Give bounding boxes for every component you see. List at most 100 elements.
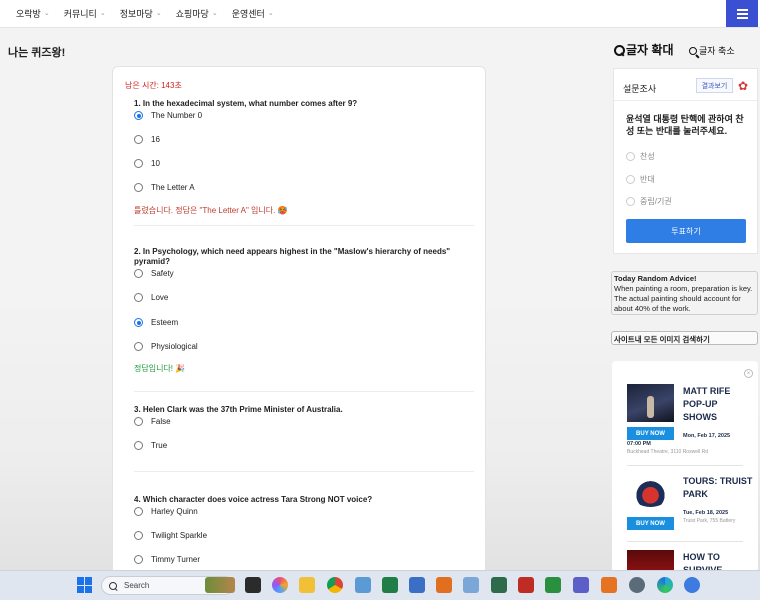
taskbar: Search	[0, 570, 760, 600]
radio[interactable]	[134, 417, 143, 426]
question-4: 4. Which character does voice actress Ta…	[134, 495, 373, 504]
radio[interactable]	[626, 197, 635, 206]
radio-selected[interactable]	[134, 111, 143, 120]
app-icon[interactable]	[545, 577, 561, 593]
divider	[627, 541, 743, 542]
radio[interactable]	[626, 175, 635, 184]
font-enlarge-button[interactable]: 글자 확대	[614, 41, 674, 58]
app-icon[interactable]	[409, 577, 425, 593]
chevron-down-icon: ⌄	[211, 10, 218, 17]
vote-button[interactable]: 투표하기	[626, 219, 746, 243]
radio[interactable]	[134, 507, 143, 516]
buy-now-button[interactable]: BUY NOW	[627, 427, 674, 440]
app-icon[interactable]	[684, 577, 700, 593]
zoom-out-icon	[689, 46, 697, 55]
q2-option-4[interactable]: Physiological	[134, 342, 198, 351]
divider	[134, 391, 474, 392]
radio[interactable]	[134, 269, 143, 278]
divider	[614, 100, 759, 101]
radio[interactable]	[134, 293, 143, 302]
q2-option-3[interactable]: Esteem	[134, 318, 178, 327]
image-search-button[interactable]: 사이트내 모든 이미지 검색하기	[611, 331, 758, 345]
event-venue: Buckhead Theatre, 3110 Roswell Rd	[627, 449, 708, 455]
copilot-icon[interactable]	[272, 577, 288, 593]
app-icon[interactable]	[463, 577, 479, 593]
question-2: 2. In Psychology, which need appears hig…	[134, 247, 451, 266]
q1-option-3[interactable]: 10	[134, 159, 160, 168]
radio-selected[interactable]	[134, 318, 143, 327]
event-image[interactable]	[627, 384, 674, 422]
app-icon[interactable]	[355, 577, 371, 593]
event-date: Tue, Feb 18, 2025	[683, 510, 729, 516]
close-icon[interactable]: ×	[744, 369, 753, 378]
widget-icon[interactable]	[205, 577, 235, 593]
q4-option-2[interactable]: Twilight Sparkle	[134, 531, 207, 540]
q2-option-1[interactable]: Safety	[134, 269, 174, 278]
random-advice: Today Random Advice! When painting a roo…	[611, 271, 758, 315]
q4-option-1[interactable]: Harley Quinn	[134, 507, 198, 516]
poll-question: 윤석열 대통령 탄핵에 관하여 찬성 또는 반대를 눌러주세요.	[626, 114, 744, 136]
radio[interactable]	[134, 342, 143, 351]
chevron-down-icon: ⌄	[155, 10, 162, 17]
font-shrink-button[interactable]: 글자 축소	[689, 44, 735, 57]
radio[interactable]	[134, 183, 143, 192]
timer: 남은 시간: 143초	[125, 81, 182, 90]
menu-item-community[interactable]: 커뮤니티 ⌄	[64, 7, 106, 20]
buy-now-button[interactable]: BUY NOW	[627, 517, 674, 530]
menu-item-info[interactable]: 정보마당 ⌄	[120, 7, 162, 20]
divider	[627, 465, 743, 466]
q1-feedback: 틀렸습니다. 정답은 "The Letter A" 입니다. 🥵	[134, 206, 288, 215]
file-explorer-icon[interactable]	[299, 577, 315, 593]
windows-start-icon[interactable]	[77, 577, 93, 593]
page-title: 나는 퀴즈왕!	[8, 47, 66, 59]
zoom-in-icon	[614, 44, 625, 56]
menu-item-operations[interactable]: 운영센터 ⌄	[232, 7, 274, 20]
event-time: 07:00 PM	[627, 441, 651, 447]
q1-option-4[interactable]: The Letter A	[134, 183, 195, 192]
q3-option-1[interactable]: False	[134, 417, 171, 426]
settings-icon[interactable]	[629, 577, 645, 593]
q1-option-1[interactable]: The Number 0	[134, 111, 202, 120]
radio[interactable]	[134, 135, 143, 144]
ad-panel: × MATT RIFE POP-UP SHOWS BUY NOW Mon, Fe…	[612, 361, 758, 573]
app-icon[interactable]	[436, 577, 452, 593]
event-image[interactable]	[627, 475, 674, 513]
q4-option-3[interactable]: Timmy Turner	[134, 555, 200, 564]
app-icon[interactable]	[491, 577, 507, 593]
main-menu: 오락방 ⌄ 커뮤니티 ⌄ 정보마당 ⌄ 쇼핑마당 ⌄ 운영센터 ⌄	[16, 0, 274, 26]
radio[interactable]	[626, 152, 635, 161]
search-icon	[109, 582, 117, 590]
poll-option-3[interactable]: 중립/기권	[626, 196, 672, 207]
menu-item-orakbang[interactable]: 오락방 ⌄	[16, 7, 50, 20]
poll-title: 설문조사	[623, 84, 657, 94]
radio[interactable]	[134, 555, 143, 564]
task-view-icon[interactable]	[245, 577, 261, 593]
divider	[134, 471, 474, 472]
q1-option-2[interactable]: 16	[134, 135, 160, 144]
teams-icon[interactable]	[573, 577, 589, 593]
poll-option-1[interactable]: 찬성	[626, 151, 655, 162]
menu-item-shopping[interactable]: 쇼핑마당 ⌄	[176, 7, 218, 20]
poll-option-2[interactable]: 반대	[626, 174, 655, 185]
hamburger-icon	[736, 8, 748, 19]
edge-icon[interactable]	[657, 577, 673, 593]
gear-icon[interactable]: ✿	[738, 80, 749, 92]
event-title[interactable]: TOURS: TRUIST PARK	[683, 475, 753, 501]
chrome-icon[interactable]	[327, 577, 343, 593]
q2-option-2[interactable]: Love	[134, 293, 168, 302]
hamburger-menu-button[interactable]	[726, 0, 758, 27]
radio[interactable]	[134, 441, 143, 450]
q3-option-2[interactable]: True	[134, 441, 167, 450]
event-title[interactable]: MATT RIFE POP-UP SHOWS	[683, 385, 753, 424]
question-1: 1. In the hexadecimal system, what numbe…	[134, 99, 358, 108]
event-venue: Truist Park, 755 Battery	[683, 518, 736, 524]
radio[interactable]	[134, 531, 143, 540]
excel-icon[interactable]	[382, 577, 398, 593]
filezilla-icon[interactable]	[518, 577, 534, 593]
chevron-down-icon: ⌄	[99, 10, 106, 17]
poll-result-button[interactable]: 결과보기	[696, 78, 733, 93]
radio[interactable]	[134, 159, 143, 168]
advice-text: When painting a room, preparation is key…	[614, 284, 753, 313]
quiz-card: 남은 시간: 143초 1. In the hexadecimal system…	[112, 66, 486, 586]
app-icon[interactable]	[601, 577, 617, 593]
